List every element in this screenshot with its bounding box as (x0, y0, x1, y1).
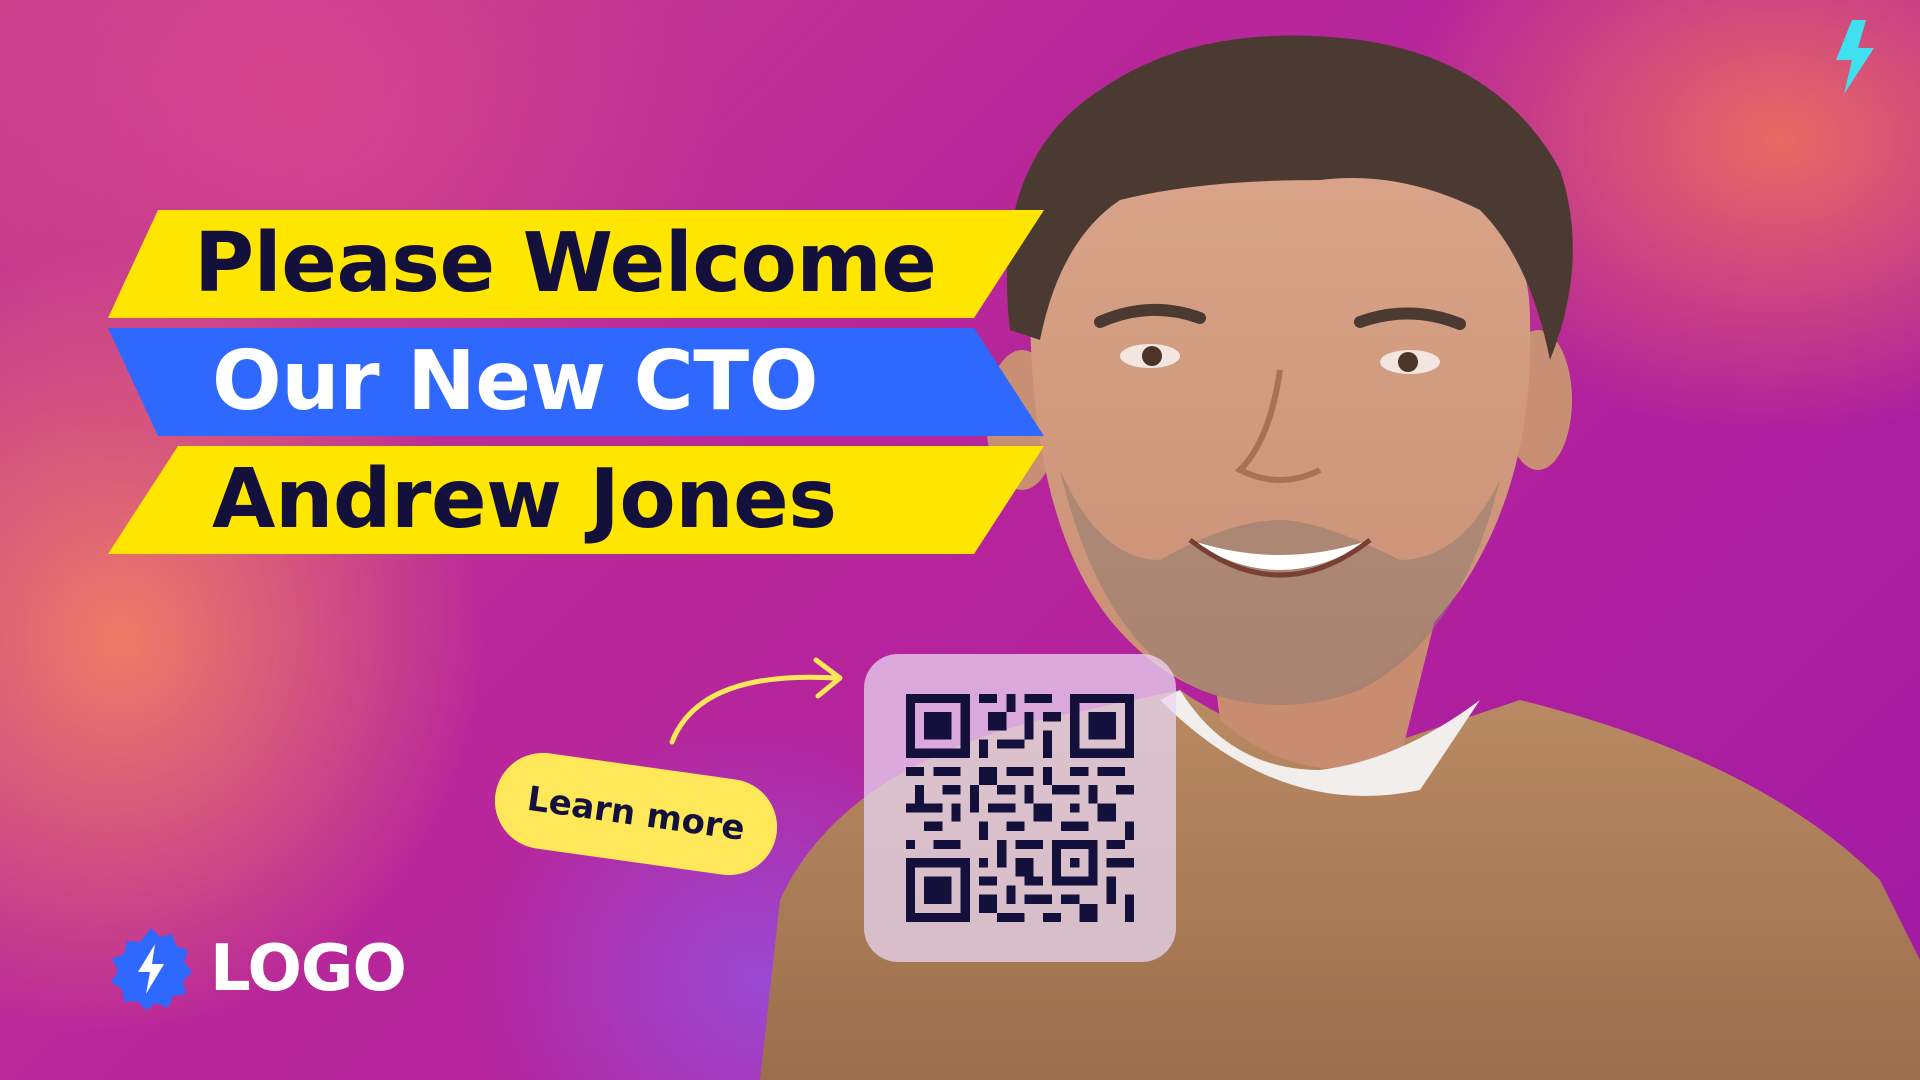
curved-arrow-icon (669, 657, 843, 745)
learn-more-label: Learn more (524, 778, 748, 850)
learn-more-button[interactable]: Learn more (488, 746, 784, 882)
headline-line-1: Please Welcome (194, 216, 937, 311)
lightning-badge-icon (111, 928, 192, 1010)
lightning-bolt-icon (1836, 20, 1874, 94)
headline-line-3: Andrew Jones (212, 452, 837, 547)
headline-line-2: Our New CTO (212, 334, 818, 429)
headline-banner-welcome: Please Welcome (108, 210, 1044, 318)
brand-logo: LOGO (108, 926, 407, 1012)
logo-text: LOGO (210, 932, 407, 1006)
headline-banner-name: Andrew Jones (108, 446, 1044, 554)
qr-code (906, 694, 1134, 922)
headline-banner-role: Our New CTO (108, 328, 1044, 436)
qr-code-card[interactable] (864, 654, 1176, 962)
